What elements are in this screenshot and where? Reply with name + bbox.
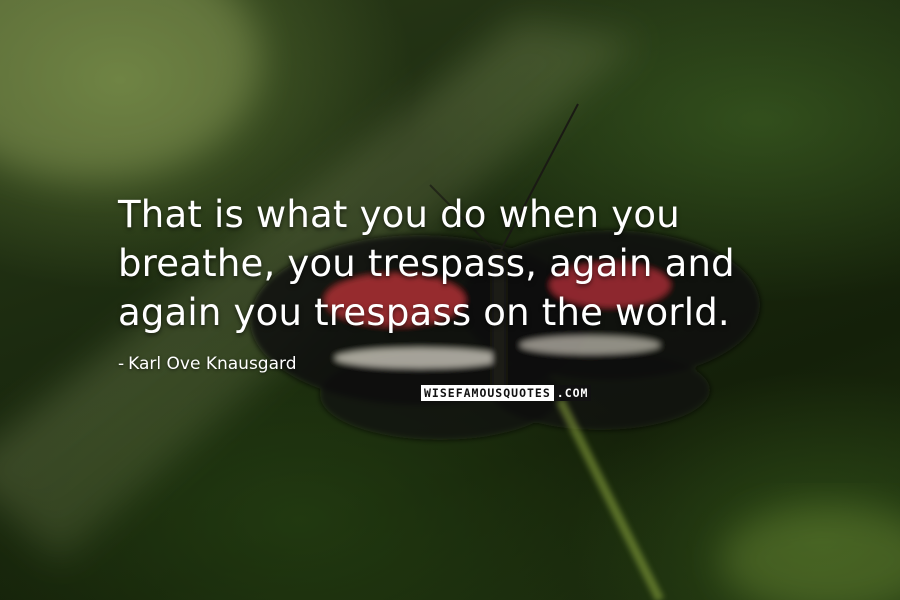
author-dash: - xyxy=(118,354,125,374)
site-watermark: WISEFAMOUSQUOTES .COM xyxy=(421,385,592,401)
author-name: Karl Ove Knausgard xyxy=(128,354,297,374)
watermark-suffix: .COM xyxy=(553,385,592,401)
quote-text: That is what you do when you breathe, yo… xyxy=(118,190,818,337)
quote-image: That is what you do when you breathe, yo… xyxy=(0,0,900,600)
quote-line: again you trespass on the world. xyxy=(118,291,730,334)
watermark-main: WISEFAMOUSQUOTES xyxy=(421,385,554,401)
author-attribution: - Karl Ove Knausgard xyxy=(118,354,297,374)
quote-block: That is what you do when you breathe, yo… xyxy=(118,190,818,337)
quote-line: That is what you do when you xyxy=(118,193,680,236)
quote-line: breathe, you trespass, again and xyxy=(118,242,735,285)
